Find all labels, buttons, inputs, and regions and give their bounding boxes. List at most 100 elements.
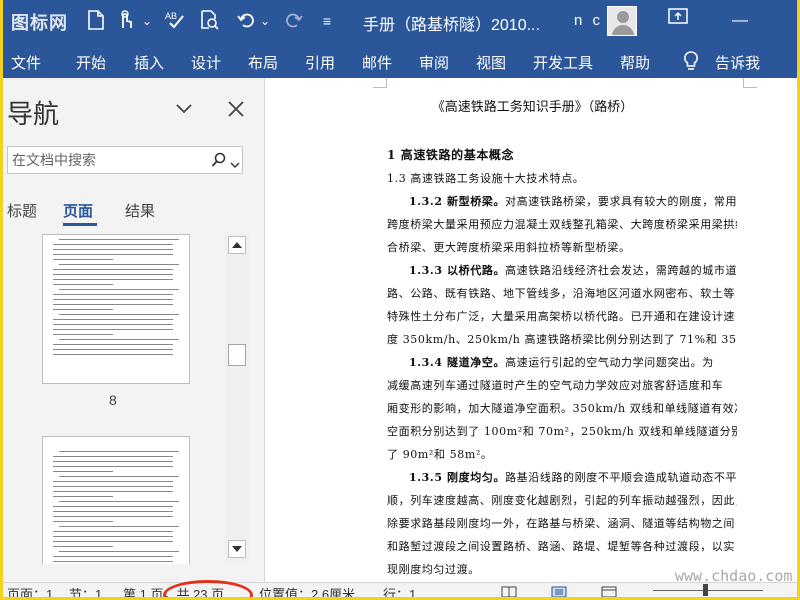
document-canvas[interactable]: 《高速铁路工务知识手册》（路桥） 1 高速铁路的基本概念 1.3 高速铁路工务设施… — [265, 78, 797, 582]
thumbnail-text-line — [53, 249, 173, 250]
line-text: 对高速铁路桥梁，要求具有较大的刚度，常用 — [505, 195, 737, 208]
margin-mark — [743, 78, 757, 88]
thumbnail-text-line — [53, 349, 173, 350]
web-layout-icon[interactable] — [601, 585, 617, 597]
line-text: 特殊性土分布广泛，大量采用高架桥以桥代路。已开通和在建设计速 — [387, 310, 735, 323]
scrollbar-thumb[interactable] — [228, 344, 246, 366]
undo-icon[interactable] — [235, 10, 257, 32]
thumbnail-text-line — [53, 541, 173, 542]
tab-help[interactable]: 帮助 — [620, 52, 650, 73]
line-text: 空面积分别达到了 100m²和 70m²，250km/h 双线和单线隧道分别达到 — [387, 425, 737, 438]
line-text: 高速铁路沿线经济社会发达，需跨越的城市道 — [505, 264, 737, 277]
status-section[interactable]: 节：1 — [69, 584, 102, 597]
thumbnail-text-line — [59, 264, 179, 265]
document-line: 路、公路、既有铁路、地下管线多，沿海地区河道水网密布、软土等 — [387, 282, 737, 305]
thumbnail-text-line — [53, 254, 173, 255]
thumbnail-text-line — [59, 451, 179, 452]
spelling-check-icon[interactable]: AB — [163, 10, 187, 32]
document-line: 度 350km/h、250km/h 高速铁路桥梁比例分别达到了 71%和 35%… — [387, 328, 737, 351]
line-text: 路、公路、既有铁路、地下管线多，沿海地区河道水网密布、软土等 — [387, 287, 735, 300]
avatar[interactable] — [607, 6, 637, 36]
close-icon[interactable] — [225, 98, 247, 120]
thumbnail-text-line — [53, 304, 173, 305]
status-line[interactable]: 行：1 — [383, 584, 416, 597]
svg-text:AB: AB — [165, 11, 177, 21]
thumbnail-text-line — [53, 329, 173, 330]
bold-term: 1.3.4 隧道净空。 — [409, 356, 506, 369]
tab-home[interactable]: 开始 — [76, 52, 106, 73]
tab-view[interactable]: 视图 — [476, 52, 506, 73]
redo-icon[interactable] — [283, 10, 305, 32]
status-page[interactable]: 页面：1 — [7, 584, 53, 597]
nav-tab-results[interactable]: 结果 — [125, 200, 155, 221]
line-text: 减缓高速列车通过隧道时产生的空气动力学效应对旅客舒适度和车 — [387, 379, 724, 392]
thumbnail-text-line — [53, 561, 173, 562]
line-text: 1.3 高速铁路工务设施十大技术特点。 — [387, 172, 585, 185]
thumbnail-text-line — [53, 456, 173, 457]
tab-review[interactable]: 审阅 — [419, 52, 449, 73]
line-text: 高速运行引起的空气动力学问题突出。为 — [505, 356, 714, 369]
chevron-down-icon[interactable] — [173, 98, 195, 120]
scroll-down-icon[interactable] — [228, 540, 246, 558]
document-line: 了 90m²和 58m²。 — [387, 443, 737, 466]
search-input[interactable] — [12, 150, 202, 170]
document-line: 特殊性土分布广泛，大量采用高架桥以桥代路。已开通和在建设计速 — [387, 305, 737, 328]
tab-insert[interactable]: 插入 — [134, 52, 164, 73]
tell-me-search[interactable]: 告诉我 — [715, 52, 760, 73]
document-line: 1 高速铁路的基本概念 — [387, 144, 737, 167]
undo-dropdown-icon[interactable]: ⌄ — [259, 10, 271, 32]
search-box[interactable] — [7, 146, 243, 174]
thumbnail-text-line — [59, 339, 179, 340]
watermark: www.chdao.com — [675, 567, 793, 585]
document-line: 1.3.5 刚度均匀。路基沿线路的刚度不平顺会造成轨道动态不平 — [387, 466, 737, 489]
thumbnail-text-line — [53, 471, 113, 472]
bold-term: 1.3.3 以桥代路。 — [409, 264, 506, 277]
page-thumbnails: 8 — [3, 234, 225, 564]
thumbnail-scrollbar[interactable] — [225, 234, 249, 564]
active-tab-indicator — [63, 223, 97, 226]
status-position[interactable]: 位置值：2.6厘米 — [259, 584, 355, 597]
thumbnail-text-line — [53, 284, 113, 285]
tab-developer[interactable]: 开发工具 — [533, 52, 593, 73]
thumbnail-text-line — [59, 526, 179, 527]
document-line: 和路堑过渡段之间设置路桥、路涵、路堤、堤堑等各种过渡段，以实 — [387, 535, 737, 558]
line-text: 和路堑过渡段之间设置路桥、路涵、路堤、堤堑等各种过渡段，以实 — [387, 540, 735, 553]
document-line: 合桥梁、更大跨度桥梁采用斜拉桥等新型桥梁。 — [387, 236, 737, 259]
lightbulb-icon[interactable] — [681, 50, 701, 72]
zoom-slider[interactable] — [653, 590, 763, 591]
new-document-icon[interactable] — [87, 10, 105, 32]
tab-layout[interactable]: 布局 — [248, 52, 278, 73]
dropdown-icon[interactable]: ⌄ — [141, 10, 153, 32]
print-preview-icon[interactable] — [199, 10, 221, 32]
tab-references[interactable]: 引用 — [305, 52, 335, 73]
line-text: 顺，列车速度越高、刚度变化越剧烈，引起的列车振动越强烈，因此， — [387, 494, 737, 507]
user-name[interactable]: n c — [574, 12, 603, 29]
page-thumbnail[interactable] — [42, 436, 190, 564]
line-text: 1 高速铁路的基本概念 — [387, 148, 515, 162]
customize-toolbar-icon[interactable]: ≡ — [319, 10, 335, 32]
thumbnail-text-line — [53, 486, 173, 487]
touch-mode-icon[interactable] — [115, 10, 135, 32]
print-layout-icon[interactable] — [551, 585, 567, 597]
tab-design[interactable]: 设计 — [191, 52, 221, 73]
tab-file[interactable]: 文件 — [11, 52, 41, 73]
search-options-icon[interactable] — [230, 156, 240, 168]
search-icon[interactable] — [211, 152, 227, 168]
minimize-button[interactable]: — — [725, 7, 755, 35]
thumbnail-text-line — [53, 536, 173, 537]
thumbnail-text-line — [53, 511, 173, 512]
read-mode-icon[interactable] — [501, 585, 517, 597]
thumbnail-text-line — [59, 289, 179, 290]
zoom-slider-handle[interactable] — [703, 584, 708, 596]
thumbnail-text-line — [53, 294, 173, 295]
ribbon-display-options-icon[interactable] — [663, 7, 693, 35]
thumbnail-text-line — [53, 491, 173, 492]
document-line: 1.3 高速铁路工务设施十大技术特点。 — [387, 167, 737, 190]
thumbnail-text-line — [53, 279, 173, 280]
page-thumbnail[interactable] — [42, 234, 190, 384]
nav-tab-pages[interactable]: 页面 — [63, 200, 93, 221]
nav-tab-headings[interactable]: 标题 — [7, 200, 37, 221]
scroll-up-icon[interactable] — [228, 236, 246, 254]
thumbnail-text-line — [59, 314, 179, 315]
tab-mailings[interactable]: 邮件 — [362, 52, 392, 73]
